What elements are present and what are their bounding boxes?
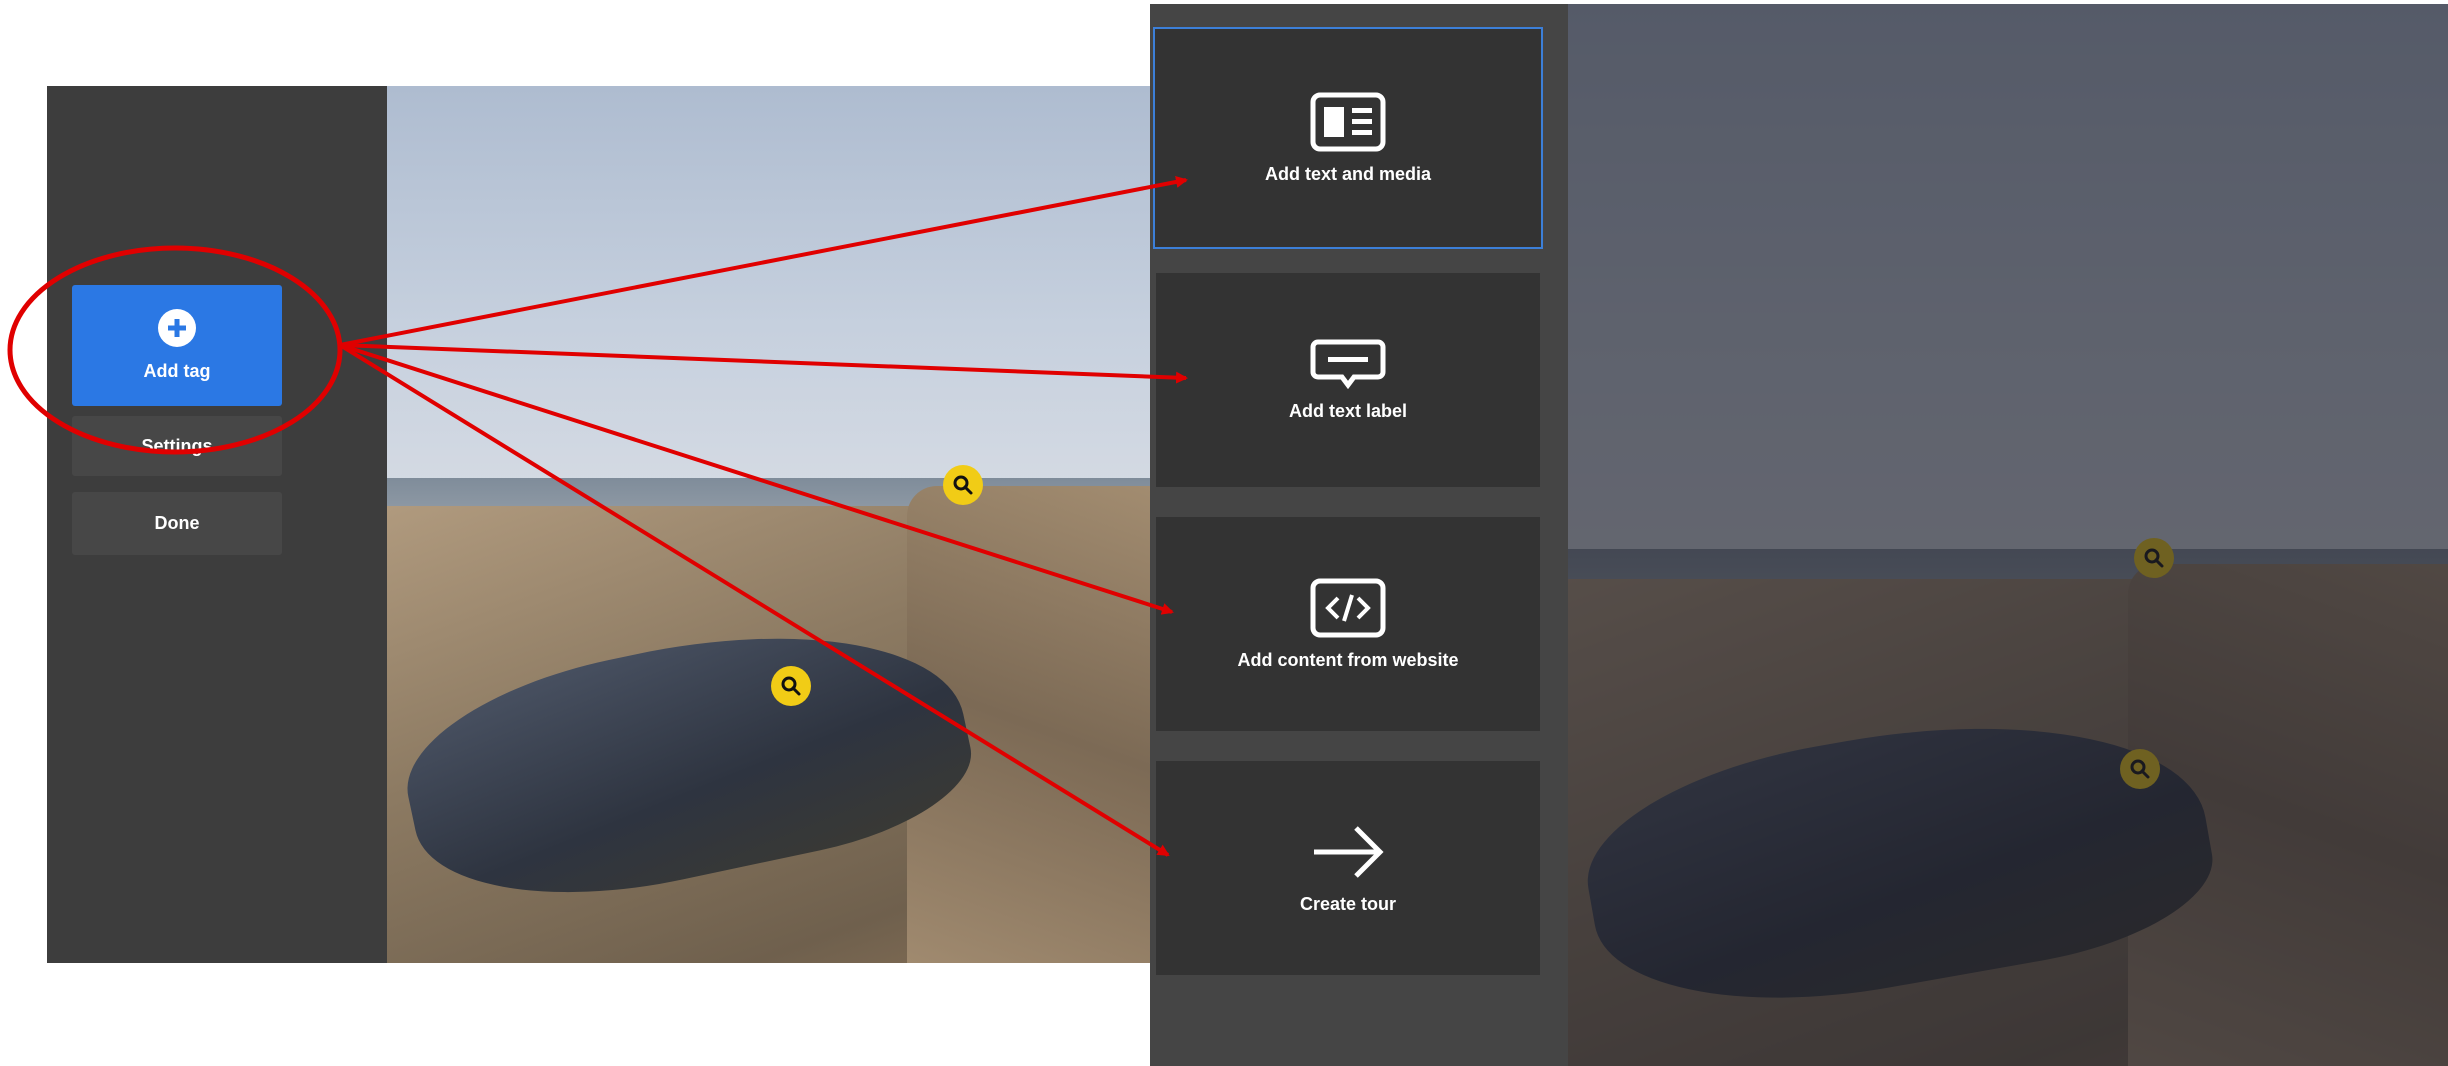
add-text-label-label: Add text label — [1288, 400, 1408, 421]
code-icon — [1310, 578, 1386, 637]
tag-marker-icon[interactable] — [771, 666, 811, 706]
left-editor-screenshot: Add tag Settings Done — [47, 86, 1150, 963]
add-tag-button[interactable]: Add tag — [72, 285, 282, 406]
panorama-view-dimmed[interactable] — [1568, 4, 2448, 1066]
create-tour-label: Create tour — [1299, 893, 1397, 914]
plus-circle-icon — [158, 309, 196, 347]
add-text-label-option[interactable]: Add text label — [1156, 273, 1540, 487]
add-tag-menu: Add text and media Add text label Add co… — [1150, 4, 1568, 1066]
editor-sidebar: Add tag Settings Done — [47, 86, 387, 963]
settings-label: Settings — [141, 435, 213, 456]
panorama-view[interactable] — [387, 86, 1150, 963]
add-content-from-website-option[interactable]: Add content from website — [1156, 517, 1540, 731]
text-media-icon — [1310, 92, 1386, 151]
sky-area — [387, 86, 1150, 486]
text-label-icon — [1310, 339, 1386, 389]
add-text-and-media-label: Add text and media — [1264, 163, 1432, 184]
tag-marker-icon[interactable] — [943, 465, 983, 505]
done-button[interactable]: Done — [72, 492, 282, 555]
add-tag-label: Add tag — [143, 361, 211, 381]
dim-overlay — [1568, 4, 2448, 1066]
settings-button[interactable]: Settings — [72, 416, 282, 476]
create-tour-option[interactable]: Create tour — [1156, 761, 1540, 975]
arrow-right-icon — [1314, 825, 1384, 878]
done-label: Done — [154, 513, 200, 533]
add-text-and-media-option[interactable]: Add text and media — [1153, 27, 1543, 249]
add-content-from-website-label: Add content from website — [1237, 649, 1459, 670]
right-editor-screenshot: Add text and media Add text label Add co… — [1150, 4, 2448, 1066]
